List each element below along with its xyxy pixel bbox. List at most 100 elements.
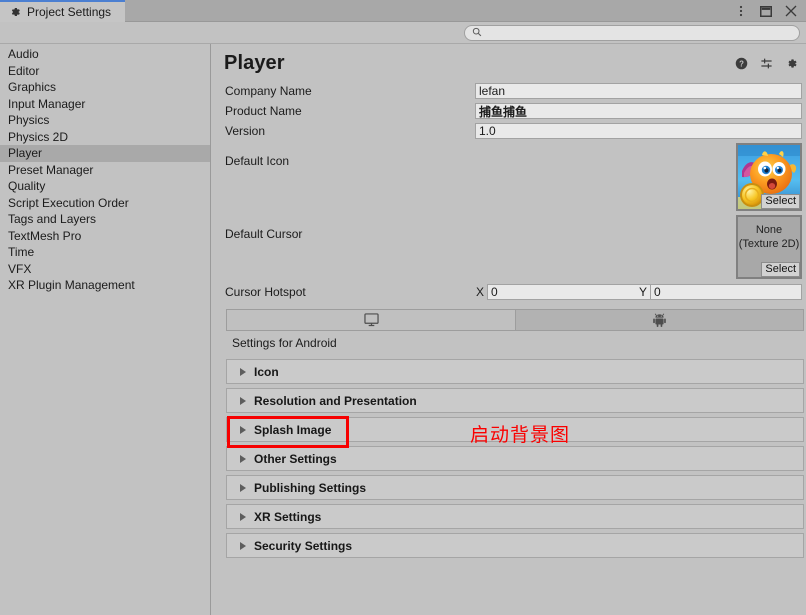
sidebar-item-time[interactable]: Time [0,244,210,261]
default-cursor-object-field[interactable]: None (Texture 2D) Select [736,215,802,279]
version-input[interactable] [475,123,802,139]
sidebar-item-label: Physics [8,113,50,127]
cursor-hotspot-label: Cursor Hotspot [225,285,306,299]
sidebar-item-label: Graphics [8,80,57,94]
product-name-label: Product Name [225,104,302,118]
sidebar-item-label: Script Execution Order [8,195,129,210]
default-icon-label: Default Icon [225,154,290,168]
sidebar-item-label: Tags and Layers [8,212,97,226]
product-name-input[interactable] [475,103,802,119]
sidebar-item-player[interactable]: Player [0,145,210,162]
section-publishing-settings[interactable]: Publishing Settings [226,475,804,500]
field-row-default-icon: Default Icon [212,151,806,171]
chevron-right-icon [240,483,246,492]
section-label: Publishing Settings [254,480,367,495]
sidebar-item-label: Physics 2D [8,129,69,144]
field-row-company-name: Company Name [212,81,806,101]
sidebar-item-label: Editor [8,63,40,78]
chevron-right-icon [240,396,246,405]
settings-for-label: Settings for Android [232,336,337,350]
sidebar-item-audio[interactable]: Audio [0,46,210,63]
sidebar-item-label: Quality [8,179,46,193]
default-cursor-label: Default Cursor [225,227,303,241]
chevron-right-icon [240,454,246,463]
platform-tab-strip [226,309,804,331]
sidebar-item-label: XR Plugin Management [8,278,135,292]
section-other-settings[interactable]: Other Settings [226,446,804,471]
close-icon[interactable] [784,4,798,18]
section-label: XR Settings [254,509,322,524]
cursor-hotspot-x-letter: X [476,285,485,299]
section-label: Icon [254,364,279,379]
sidebar-item-label: Preset Manager [8,162,94,177]
default-cursor-value-line1: None [755,224,783,236]
maximize-icon[interactable] [759,4,773,18]
section-label: Security Settings [254,538,353,553]
more-options-icon[interactable] [734,4,748,18]
cursor-hotspot-y-letter: Y [639,285,648,299]
sidebar-item-graphics[interactable]: Graphics [0,79,210,96]
default-cursor-value-line2: (Texture 2D) [738,238,800,250]
annotation-text: 启动背景图 [470,424,571,446]
section-security-settings[interactable]: Security Settings [226,533,804,558]
search-input[interactable] [486,27,792,39]
sidebar-item-label: Input Manager [8,96,86,111]
player-settings-panel: Player ? Company Name Product Name [212,44,806,615]
search-icon [472,26,482,40]
field-row-version: Version [212,121,806,141]
search-row [0,22,806,44]
svg-text:?: ? [739,59,744,68]
tab-android[interactable] [516,310,803,330]
cursor-hotspot-x-input[interactable] [487,284,652,300]
sidebar-item-quality[interactable]: Quality [0,178,210,195]
chevron-right-icon [240,512,246,521]
search-box[interactable] [464,25,800,41]
panel-header-icons: ? [734,56,798,70]
tab-project-settings-label: Project Settings [27,5,112,19]
sidebar-item-label: VFX [8,261,32,276]
section-label: Resolution and Presentation [254,393,417,408]
section-xr-settings[interactable]: XR Settings [226,504,804,529]
sidebar-item-editor[interactable]: Editor [0,63,210,80]
window-controls [734,0,802,22]
window-tab-bar: Project Settings [0,0,806,22]
default-cursor-select-button[interactable]: Select [761,262,800,277]
default-icon-object-field[interactable]: Select [736,143,802,211]
sidebar-item-physics[interactable]: Physics [0,112,210,129]
sidebar-item-physics-2d[interactable]: Physics 2D [0,129,210,146]
section-icon[interactable]: Icon [226,359,804,384]
sidebar-item-tags-and-layers[interactable]: Tags and Layers [0,211,210,228]
tab-project-settings[interactable]: Project Settings [0,0,126,22]
company-name-label: Company Name [225,84,312,98]
monitor-icon [363,313,379,327]
sidebar-item-input-manager[interactable]: Input Manager [0,96,210,113]
section-label: Splash Image [254,422,332,437]
sidebar-item-textmesh-pro[interactable]: TextMesh Pro [0,228,210,245]
default-icon-select-button[interactable]: Select [761,194,800,209]
sidebar-item-preset-manager[interactable]: Preset Manager [0,162,210,179]
section-resolution-and-presentation[interactable]: Resolution and Presentation [226,388,804,413]
field-row-cursor-hotspot: Cursor Hotspot X Y [212,282,806,302]
company-name-input[interactable] [475,83,802,99]
android-icon [653,313,666,327]
field-row-default-cursor: Default Cursor [212,224,806,244]
sidebar-item-script-execution-order[interactable]: Script Execution Order [0,195,210,212]
sidebar-item-label: Time [8,245,35,259]
sidebar-item-label: Player [8,146,43,160]
sidebar-item-label: TextMesh Pro [8,228,82,243]
field-row-product-name: Product Name [212,101,806,121]
page-title: Player [224,52,285,74]
settings-sidebar: Audio Editor Graphics Input Manager Phys… [0,44,211,615]
chevron-right-icon [240,425,246,434]
gear-icon [9,6,21,18]
help-icon[interactable]: ? [734,56,748,70]
tab-standalone[interactable] [227,310,516,330]
cursor-hotspot-y-input[interactable] [650,284,802,300]
sidebar-item-label: Audio [8,47,39,61]
chevron-right-icon [240,367,246,376]
sidebar-item-xr-plugin-management[interactable]: XR Plugin Management [0,277,210,294]
sidebar-item-vfx[interactable]: VFX [0,261,210,278]
section-label: Other Settings [254,451,337,466]
settings-gear-icon[interactable] [784,56,798,70]
preset-icon[interactable] [759,56,773,70]
